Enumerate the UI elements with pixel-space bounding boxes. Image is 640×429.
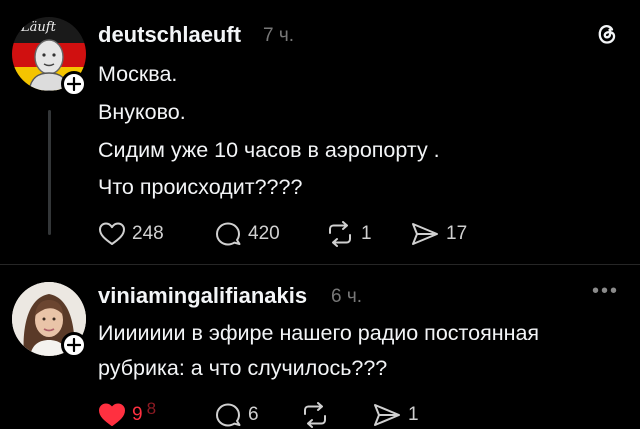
heart-icon bbox=[99, 222, 125, 245]
share-count: 17 bbox=[446, 223, 468, 244]
heart-icon bbox=[99, 403, 125, 426]
share-icon bbox=[374, 404, 400, 426]
comment-icon bbox=[216, 403, 241, 427]
post-text-line: Москва. bbox=[98, 62, 178, 86]
username[interactable]: deutschlaeuft bbox=[98, 22, 241, 48]
share-button[interactable]: 1 bbox=[372, 402, 419, 428]
more-icon[interactable]: ••• bbox=[592, 280, 619, 303]
post-2: viniamingalifianakis 6 ч. ••• Иииииии в … bbox=[0, 265, 640, 429]
comment-icon bbox=[216, 222, 241, 246]
reply-count: 420 bbox=[248, 223, 280, 244]
like-button[interactable]: 9 8 bbox=[98, 399, 157, 428]
post-text-line: Внуково. bbox=[98, 100, 186, 124]
reply-count: 6 bbox=[248, 404, 259, 425]
post-text-line: Что происходит???? bbox=[98, 175, 303, 199]
reply-button[interactable]: 6 bbox=[214, 402, 259, 428]
post-text-line: Иииииии в эфире нашего радио постоянная bbox=[98, 321, 540, 345]
share-count: 1 bbox=[408, 404, 419, 425]
plus-icon bbox=[67, 338, 81, 352]
follow-button[interactable] bbox=[61, 332, 87, 358]
like-count-next: 8 bbox=[146, 399, 157, 418]
avatar-caption: Läuft bbox=[21, 20, 56, 35]
follow-button[interactable] bbox=[61, 71, 87, 97]
like-count: 248 bbox=[132, 223, 164, 244]
like-count: 9 bbox=[132, 404, 143, 425]
timestamp: 7 ч. bbox=[263, 25, 295, 46]
share-icon bbox=[412, 223, 438, 245]
repost-icon bbox=[304, 402, 326, 428]
timestamp: 6 ч. bbox=[331, 286, 363, 307]
post-1: Läuft deutschlaeuft 7 ч. Москва. Внуково… bbox=[0, 0, 640, 270]
share-button[interactable]: 17 bbox=[410, 221, 467, 247]
post-text-line: рубрика: а что случилось??? bbox=[98, 356, 388, 380]
repost-button[interactable] bbox=[300, 402, 330, 428]
reply-button[interactable]: 420 bbox=[214, 221, 280, 247]
plus-icon bbox=[67, 77, 81, 91]
thread-line bbox=[48, 110, 51, 235]
repost-icon bbox=[329, 221, 351, 247]
username[interactable]: viniamingalifianakis bbox=[98, 283, 307, 309]
like-button[interactable]: 248 bbox=[98, 221, 164, 247]
repost-count: 1 bbox=[361, 223, 372, 244]
post-text-line: Сидим уже 10 часов в аэропорту . bbox=[98, 138, 440, 162]
repost-button[interactable]: 1 bbox=[325, 221, 372, 247]
